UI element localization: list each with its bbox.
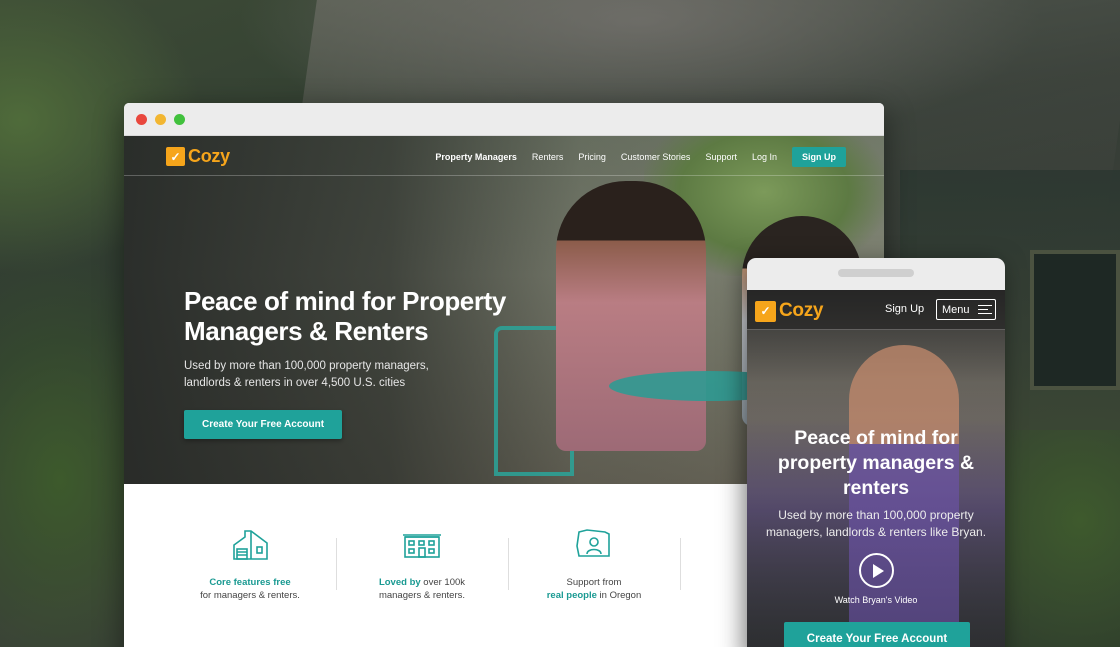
mobile-sign-up-link[interactable]: Sign Up [885,303,924,315]
house-icon [164,524,336,564]
minimize-window-button[interactable] [155,113,166,125]
mobile-menu-button[interactable]: Menu [936,299,996,320]
mobile-navbar: ✓ Cozy Sign Up Menu [747,290,1005,330]
feature-support-line1: Support from [566,577,622,588]
desktop-navbar: ✓ Cozy Property Managers Renters Pricing… [124,136,884,176]
play-video-button[interactable] [859,553,894,588]
menu-label: Menu [942,303,970,316]
feature-core-free: Core features free for managers & renter… [164,524,336,647]
desktop-logo[interactable]: ✓ Cozy [166,146,230,167]
mobile-logo-text: Cozy [779,300,824,321]
mobile-screen: ✓ Cozy Sign Up Menu Peace of mind for pr… [747,290,1005,647]
feature-loved-by: Loved by over 100k managers & renters. [336,524,508,647]
logo-text: Cozy [188,146,230,166]
background-window [1030,250,1120,390]
nav-customer-stories[interactable]: Customer Stories [621,152,691,162]
cozy-logo-icon: ✓ [755,300,776,322]
hero-title: Peace of mind for Property Managers & Re… [184,286,506,346]
maximize-window-button[interactable] [174,113,185,125]
feature-support: Support from real people in Oregon [508,524,680,647]
feature-loved-count: over 100k [420,577,466,588]
hero-photo-woman [556,181,706,451]
nav-links: Property Managers Renters Pricing Custom… [420,147,846,167]
hero-subtitle: Used by more than 100,000 property manag… [184,360,429,389]
mobile-hero-subtitle: Used by more than 100,000 property manag… [765,508,987,539]
nav-log-in[interactable]: Log In [752,152,777,162]
hero-text-block: Peace of mind for Property Managers & Re… [184,286,564,439]
feature-support-location: in Oregon [596,590,642,601]
browser-title-bar [124,103,884,136]
nav-support[interactable]: Support [705,152,737,162]
mobile-device-window: ✓ Cozy Sign Up Menu Peace of mind for pr… [747,258,1005,647]
mobile-speaker [838,269,914,277]
mobile-create-account-button[interactable]: Create Your Free Account [784,622,970,647]
feature-support-bold: real people [546,590,597,601]
apartment-building-icon [336,524,508,564]
feature-loved-bold: Loved by [378,577,421,588]
oregon-map-icon [508,524,680,564]
create-account-button[interactable]: Create Your Free Account [184,410,343,439]
feature-core-line2: for managers & renters. [200,590,300,601]
cozy-logo-icon: ✓ [166,147,185,166]
play-icon [872,563,884,578]
sign-up-button[interactable]: Sign Up [792,147,846,167]
hamburger-icon [977,302,992,317]
mobile-logo[interactable]: ✓ Cozy [755,300,824,322]
nav-property-managers[interactable]: Property Managers [435,152,517,162]
mobile-hero-title: Peace of mind for property managers & re… [777,427,975,499]
nav-pricing[interactable]: Pricing [578,152,606,162]
close-window-button[interactable] [136,113,147,125]
feature-loved-line2: managers & renters. [378,590,466,601]
watch-video-label[interactable]: Watch Bryan's Video [747,595,1005,605]
feature-core-bold: Core features free [209,577,291,588]
nav-renters[interactable]: Renters [532,152,564,162]
